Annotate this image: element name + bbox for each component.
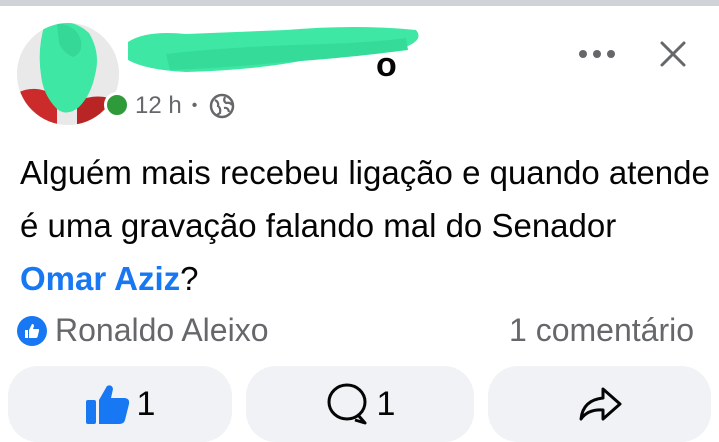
share-button[interactable] <box>488 366 711 442</box>
comment-button[interactable]: 1 <box>246 366 474 442</box>
share-icon <box>579 387 621 421</box>
post-text: Alguém mais recebeu ligação e quando ate… <box>20 154 710 244</box>
post-meta: 12 h • <box>135 90 235 122</box>
reactions-summary[interactable]: Ronaldo Aleixo <box>17 312 268 349</box>
author-name-redacted[interactable]: o <box>126 20 436 90</box>
like-reaction-icon <box>17 315 47 346</box>
post-body: Alguém mais recebeu ligação e quando ate… <box>20 146 710 305</box>
globe-icon <box>210 93 235 119</box>
like-button[interactable]: 1 <box>8 366 232 442</box>
comment-count: 1 <box>376 384 396 423</box>
online-status-indicator <box>104 92 130 118</box>
like-count: 1 <box>136 384 156 423</box>
meta-separator: • <box>191 97 198 114</box>
more-options-icon[interactable] <box>579 50 615 58</box>
post-header-actions <box>579 40 687 68</box>
close-icon[interactable] <box>659 40 687 68</box>
top-divider <box>0 0 719 6</box>
comment-icon <box>327 383 367 425</box>
post-text-end: ? <box>180 260 199 297</box>
comments-count-link[interactable]: 1 comentário <box>509 312 694 349</box>
thumbs-up-icon <box>85 385 129 424</box>
avatar-redaction <box>17 23 119 125</box>
mention-link[interactable]: Omar Aziz <box>20 260 180 297</box>
author-avatar[interactable] <box>17 23 119 125</box>
post-time[interactable]: 12 h <box>135 92 182 120</box>
reactor-name: Ronaldo Aleixo <box>55 312 269 348</box>
